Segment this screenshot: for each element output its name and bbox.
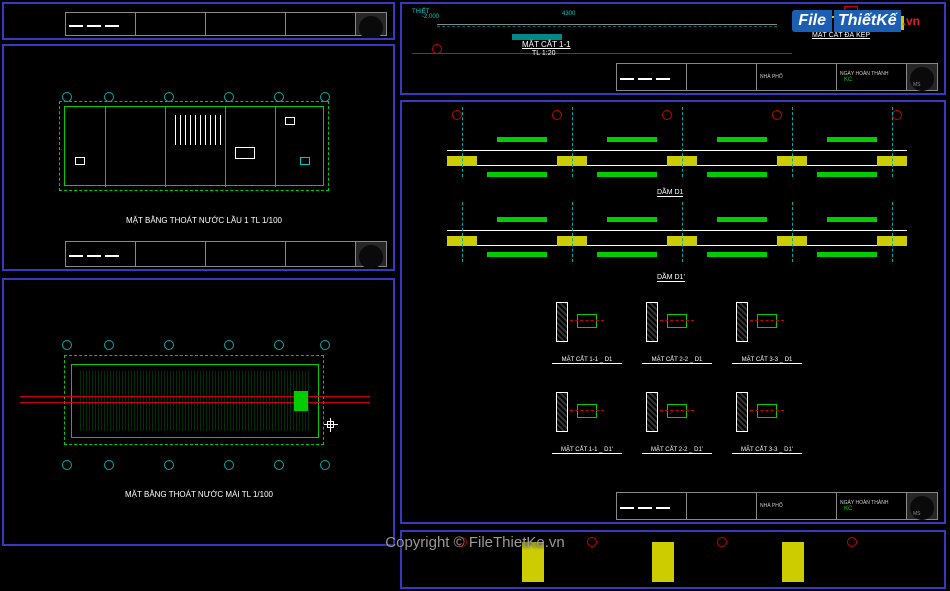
roof-drain-icon <box>294 391 308 411</box>
drawing-panel-header-strip <box>2 2 395 40</box>
drawing-title: MẶT BẰNG THOÁT NƯỚC MÁI TL 1/100 <box>99 490 299 499</box>
roof-outline <box>64 355 324 445</box>
section-scale: TL 1:20 <box>532 50 555 57</box>
grid-bubble-icon <box>62 92 72 102</box>
section-title: MẶT CẮT 1-1 <box>522 40 571 49</box>
title-stamp-icon: MS <box>907 493 937 519</box>
grid-bubble-icon <box>452 110 462 120</box>
title-cell <box>136 13 206 35</box>
title-cell-project: NHÀ PHỐ <box>757 493 837 519</box>
title-cell <box>206 242 286 266</box>
grid-bubble-icon <box>587 537 597 547</box>
title-stamp-icon <box>356 242 386 266</box>
logo-vn-text: .vn <box>903 14 920 28</box>
grid-bubble-icon <box>164 460 174 470</box>
grid-bubble-icon <box>552 110 562 120</box>
title-block: NHÀ PHỐ NGÀY HOÀN THÀNHKC MS <box>616 63 938 91</box>
drawing-panel-roof-plan: MẶT BẰNG THOÁT NƯỚC MÁI TL 1/100 <box>2 278 395 546</box>
section-detail: THIẾT -2.000 4300 <box>412 9 792 54</box>
grid-bubble-icon <box>320 460 330 470</box>
beam-section-detail: MẶT CẮT 2-2 _ D1' <box>642 392 712 442</box>
beam-label: DẦM D1 <box>657 189 683 197</box>
beam-section-detail: MẶT CẮT 2-2 _ D1 <box>642 302 712 352</box>
title-cell <box>66 242 136 266</box>
drawing-panel-floor-plan-1: MẶT BẰNG THOÁT NƯỚC LẦU 1 TL 1/100 <box>2 44 395 271</box>
fixture-icon <box>235 147 255 159</box>
grid-bubble-icon <box>104 460 114 470</box>
grid-bubble-icon <box>62 340 72 350</box>
logo-file-text: File <box>792 10 832 32</box>
drawing-title: MẶT BẰNG THOÁT NƯỚC LẦU 1 TL 1/100 <box>104 216 304 225</box>
column-icon <box>652 542 674 582</box>
grid-bubble-icon <box>772 110 782 120</box>
title-block <box>65 12 387 36</box>
beam-section-detail: MẶT CẮT 1-1 _ D1 <box>552 302 622 352</box>
grid-bubble-icon <box>717 537 727 547</box>
beam-section-detail: MẶT CẮT 1-1 _ D1' <box>552 392 622 442</box>
logo-thietke-text: ThiếtKế <box>834 10 901 32</box>
column-icon <box>782 542 804 582</box>
beam-section-detail: MẶT CẮT 3-3 _ D1 <box>732 302 802 352</box>
title-stamp-icon <box>356 13 386 35</box>
grid-bubble-icon <box>320 340 330 350</box>
beam-elevation-d1p <box>447 212 907 262</box>
beam-section-detail: MẶT CẮT 3-3 _ D1' <box>732 392 802 442</box>
title-cell-project: NHÀ PHỐ <box>757 64 837 90</box>
grid-bubble-icon <box>224 340 234 350</box>
fixture-icon <box>285 117 295 125</box>
title-block: NHÀ PHỐ NGÀY HOÀN THÀNHKC MS <box>616 492 938 520</box>
grid-bubble-icon <box>274 460 284 470</box>
title-cell <box>66 13 136 35</box>
title-cell <box>286 13 356 35</box>
grid-bubble-icon <box>104 340 114 350</box>
title-cell <box>687 64 757 90</box>
title-stamp-icon: MS <box>907 64 937 90</box>
title-cell <box>206 13 286 35</box>
watermark-logo: File ThiếtKế .vn <box>792 10 920 32</box>
dimension-text: 4300 <box>562 11 575 17</box>
grid-bubble-icon <box>847 537 857 547</box>
title-cell-date: NGÀY HOÀN THÀNHKC <box>837 493 907 519</box>
cursor-icon <box>324 418 338 432</box>
title-block <box>65 241 387 267</box>
title-cell <box>617 64 687 90</box>
title-cell <box>136 242 206 266</box>
grid-bubble-icon <box>662 110 672 120</box>
grid-bubble-icon <box>62 460 72 470</box>
grid-bubble-icon <box>164 92 174 102</box>
title-cell <box>286 242 356 266</box>
beam-label: DẦM D1' <box>657 274 685 282</box>
grid-bubble-icon <box>104 92 114 102</box>
dimension-text: -2.000 <box>422 14 439 20</box>
drawing-panel-beam-details: DẦM D1 DẦM D1' MẶT CẮT 1-1 _ D1 MẶT CẮ <box>400 100 946 524</box>
grid-bubble-icon <box>274 340 284 350</box>
grid-bubble-icon <box>432 44 442 54</box>
beam-elevation-d1 <box>447 132 907 182</box>
fixture-icon <box>75 157 85 165</box>
grid-bubble-icon <box>320 92 330 102</box>
grid-bubble-icon <box>224 460 234 470</box>
grid-bubble-icon <box>274 92 284 102</box>
fixture-icon <box>300 157 310 165</box>
watermark-copyright: Copyright © FileThietKe.vn <box>385 534 564 551</box>
floor-plan-outline <box>64 106 324 186</box>
grid-bubble-icon <box>164 340 174 350</box>
title-cell <box>687 493 757 519</box>
grid-bubble-icon <box>892 110 902 120</box>
grid-bubble-icon <box>224 92 234 102</box>
title-cell-date: NGÀY HOÀN THÀNHKC <box>837 64 907 90</box>
title-cell <box>617 493 687 519</box>
